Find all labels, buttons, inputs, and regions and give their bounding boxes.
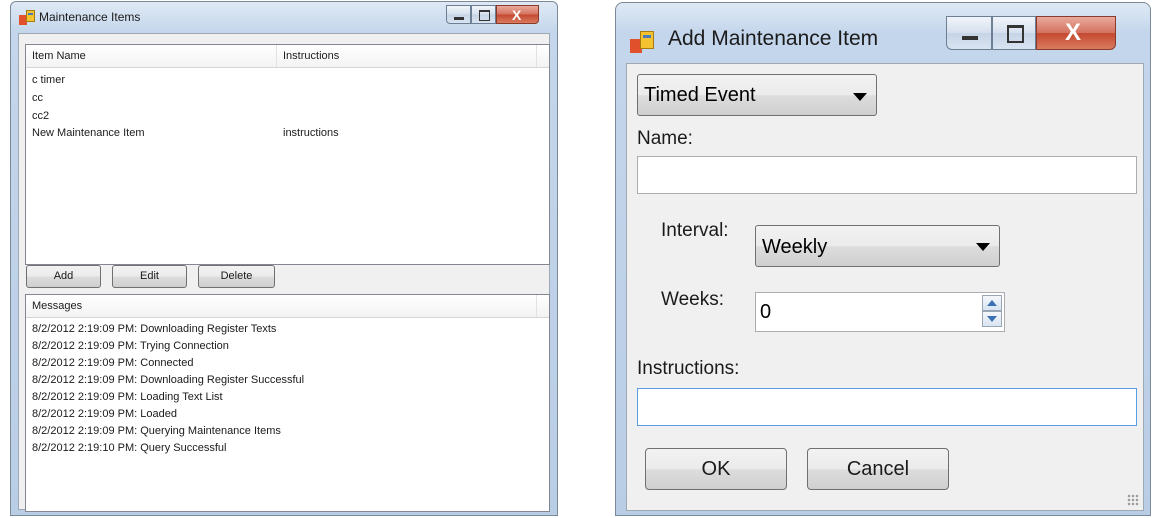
list-item[interactable]: cc	[26, 90, 549, 106]
minimize-icon	[962, 36, 978, 40]
weeks-value: 0	[760, 301, 772, 323]
message-line: 8/2/2012 2:19:09 PM: Connected	[32, 357, 194, 369]
instructions-field[interactable]	[637, 388, 1137, 426]
message-line: 8/2/2012 2:19:10 PM: Query Successful	[32, 442, 227, 454]
interval-dropdown[interactable]: Weekly	[755, 225, 1000, 267]
column-item-name[interactable]: Item Name	[26, 45, 277, 67]
messages-list[interactable]: Messages 8/2/2012 2:19:09 PM: Downloadin…	[25, 294, 550, 512]
resize-grip-icon[interactable]	[1127, 494, 1139, 506]
weeks-label: Weeks:	[661, 289, 725, 310]
maximize-button[interactable]	[471, 5, 496, 24]
weeks-decrement-button[interactable]	[982, 311, 1002, 327]
maintenance-items-client: Item Name Instructions c timer cc cc2 Ne…	[18, 33, 550, 512]
chevron-up-icon	[987, 300, 997, 306]
interval-label: Interval:	[661, 220, 729, 241]
edit-button[interactable]: Edit	[112, 265, 187, 288]
column-instructions[interactable]: Instructions	[277, 45, 537, 67]
event-type-value: Timed Event	[644, 84, 756, 106]
add-dialog-client: Timed Event Name: Interval: Weekly Weeks…	[626, 63, 1144, 511]
column-messages[interactable]: Messages	[26, 295, 537, 317]
delete-button[interactable]: Delete	[198, 265, 275, 288]
message-line: 8/2/2012 2:19:09 PM: Trying Connection	[32, 340, 229, 352]
item-name-cell: New Maintenance Item	[32, 127, 145, 139]
chevron-down-icon	[853, 93, 867, 101]
maintenance-items-titlebar[interactable]: Maintenance Items X	[11, 2, 557, 32]
maximize-icon	[479, 10, 490, 21]
chevron-down-icon	[987, 316, 997, 322]
minimize-button[interactable]	[446, 5, 471, 24]
item-name-cell: c timer	[32, 74, 65, 86]
message-line: 8/2/2012 2:19:09 PM: Downloading Registe…	[32, 323, 277, 335]
instructions-label: Instructions:	[637, 358, 740, 379]
minimize-icon	[454, 17, 464, 20]
add-button[interactable]: Add	[26, 265, 101, 288]
add-maintenance-item-dialog: Add Maintenance Item X Timed Event Name:…	[615, 2, 1151, 516]
add-dialog-title: Add Maintenance Item	[668, 27, 879, 50]
list-item[interactable]: cc2	[26, 108, 549, 124]
maintenance-items-title: Maintenance Items	[39, 10, 141, 24]
weeks-increment-button[interactable]	[982, 295, 1002, 311]
maximize-icon	[1007, 25, 1024, 43]
close-button[interactable]: X	[496, 5, 539, 24]
interval-value: Weekly	[762, 236, 828, 258]
message-line: 8/2/2012 2:19:09 PM: Querying Maintenanc…	[32, 425, 281, 437]
items-list-header: Item Name Instructions	[26, 45, 549, 68]
item-instructions-cell: instructions	[283, 127, 339, 139]
maintenance-items-list[interactable]: Item Name Instructions c timer cc cc2 Ne…	[25, 44, 550, 265]
messages-list-header: Messages	[26, 295, 549, 318]
add-dialog-titlebar[interactable]: Add Maintenance Item X	[616, 3, 1150, 63]
item-name-cell: cc2	[32, 110, 50, 122]
close-icon: X	[512, 7, 522, 23]
name-field[interactable]	[637, 156, 1137, 194]
list-item[interactable]: New Maintenance Item instructions	[26, 125, 549, 141]
name-label: Name:	[637, 128, 693, 149]
maintenance-items-window: Maintenance Items X Item Name Instructio…	[10, 1, 558, 516]
message-line: 8/2/2012 2:19:09 PM: Loading Text List	[32, 391, 223, 403]
list-item[interactable]: c timer	[26, 72, 549, 88]
ok-button[interactable]: OK	[645, 448, 787, 490]
app-window-icon	[630, 31, 654, 53]
message-line: 8/2/2012 2:19:09 PM: Loaded	[32, 408, 177, 420]
minimize-button[interactable]	[946, 16, 992, 50]
message-line: 8/2/2012 2:19:09 PM: Downloading Registe…	[32, 374, 305, 386]
item-name-cell: cc	[32, 92, 43, 104]
event-type-dropdown[interactable]: Timed Event	[637, 74, 877, 116]
weeks-stepper[interactable]: 0	[755, 292, 1005, 332]
close-icon: X	[1065, 19, 1082, 46]
cancel-button[interactable]: Cancel	[807, 448, 949, 490]
chevron-down-icon	[976, 243, 990, 251]
app-window-icon	[19, 10, 35, 25]
maximize-button[interactable]	[992, 16, 1036, 50]
close-button[interactable]: X	[1036, 16, 1116, 50]
